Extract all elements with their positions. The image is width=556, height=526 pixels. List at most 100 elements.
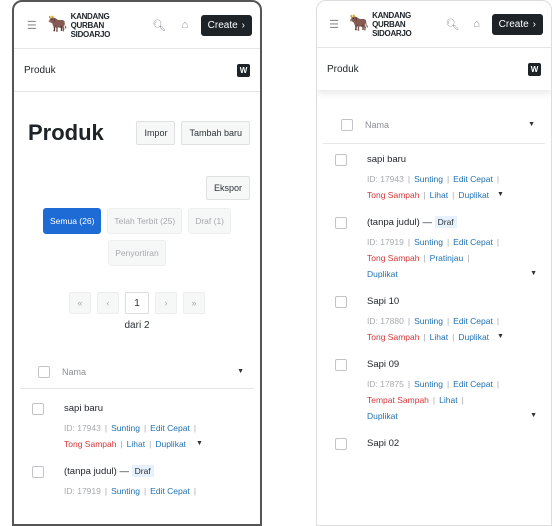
filter-all[interactable]: Semua (26) [42,208,102,234]
product-title[interactable]: (tanpa judul) — [367,217,432,228]
table-row: sapi baru ID: 17943 | Sunting | Edit Cepat… [323,144,545,207]
duplicate-link[interactable]: Duplikat [458,187,489,203]
duplicate-link[interactable]: Duplikat [367,266,398,282]
site-logo[interactable]: 🐂 KANDANG QURBAN SIDOARJO [48,12,144,39]
cow-logo-icon: 🐂 [47,16,68,33]
table-header: Nama ▼ [323,106,545,144]
product-title[interactable]: sapi baru [367,154,535,165]
view-link[interactable]: Lihat [439,392,457,408]
product-title[interactable]: sapi baru [64,403,244,414]
last-page-button[interactable]: » [183,292,205,314]
row-expand-icon[interactable]: ▼ [530,266,537,282]
edit-link[interactable]: Sunting [414,376,443,392]
quick-edit-link[interactable]: Edit Cepat [150,420,190,436]
top-bar: ☰ 🐂 KANDANG QURBAN SIDOARJO 🔍︎ ⌂ Create › [317,1,551,47]
filter-draft[interactable]: Draf (1) [188,208,232,234]
home-icon[interactable]: ⌂ [175,15,195,35]
quick-edit-link[interactable]: Edit Cepat [453,313,493,329]
quick-edit-link[interactable]: Edit Cepat [150,483,190,499]
row-checkbox[interactable] [335,154,347,166]
product-id: ID: 17943 [64,423,101,433]
row-checkbox[interactable] [335,296,347,308]
preview-link[interactable]: Pratinjau [430,250,464,266]
select-all-checkbox[interactable] [38,365,50,378]
row-expand-icon[interactable]: ▼ [530,408,537,424]
product-title[interactable]: Sapi 09 [367,359,535,370]
quick-edit-link[interactable]: Edit Cepat [453,171,493,187]
table-row: Sapi 09 ID: 17875 | Sunting | Edit Cepat | … [323,349,545,428]
breadcrumb: Produk W [14,49,260,91]
edit-link[interactable]: Sunting [414,234,443,250]
current-page-input[interactable]: 1 [125,292,149,314]
search-icon[interactable]: 🔍︎ [443,14,461,34]
search-icon[interactable]: 🔍︎ [149,15,169,35]
trash-link[interactable]: Tong Sampah [64,436,116,452]
sort-caret-icon[interactable]: ▼ [237,368,244,375]
add-new-button[interactable]: Tambah baru [181,121,250,145]
row-expand-icon[interactable]: ▼ [497,329,504,345]
import-button[interactable]: Impor [136,121,176,145]
name-column-header[interactable]: Nama [62,367,86,377]
woo-icon[interactable]: W [528,62,541,76]
next-page-button[interactable]: › [155,292,177,314]
row-expand-icon[interactable]: ▼ [196,436,203,452]
breadcrumb: Produk W [317,48,551,90]
draft-badge: Draf [131,465,154,477]
duplicate-link[interactable]: Duplikat [458,329,489,345]
edit-link[interactable]: Sunting [414,171,443,187]
edit-link[interactable]: Sunting [111,420,140,436]
quick-edit-link[interactable]: Edit Cepat [453,234,493,250]
top-bar: ☰ 🐂 KANDANG QURBAN SIDOARJO 🔍︎ ⌂ Create › [14,2,260,48]
view-link[interactable]: Lihat [127,436,145,452]
product-title[interactable]: Sapi 10 [367,296,535,307]
trash-link[interactable]: Tong Sampah [367,187,419,203]
view-link[interactable]: Lihat [430,187,448,203]
trash-link[interactable]: Tong Sampah [367,250,419,266]
chevron-right-icon: › [532,18,536,30]
menu-icon[interactable]: ☰ [22,15,42,35]
site-logo[interactable]: 🐂 KANDANG QURBAN SIDOARJO [349,11,437,38]
edit-link[interactable]: Sunting [111,483,140,499]
name-column-header[interactable]: Nama [365,120,389,130]
row-checkbox[interactable] [32,466,44,478]
row-checkbox[interactable] [32,403,44,415]
row-checkbox[interactable] [335,217,347,229]
menu-icon[interactable]: ☰ [325,14,343,34]
row-checkbox[interactable] [335,438,347,450]
duplicate-link[interactable]: Duplikat [155,436,186,452]
left-phone-screen: ☰ 🐂 KANDANG QURBAN SIDOARJO 🔍︎ ⌂ Create › … [12,0,262,526]
view-link[interactable]: Lihat [430,329,448,345]
product-title[interactable]: Sapi 02 [367,438,535,449]
product-id: ID: 17880 [367,316,404,326]
table-row: Sapi 10 ID: 17880 | Sunting | Edit Cepat | … [323,286,545,349]
row-checkbox[interactable] [335,359,347,371]
woo-icon[interactable]: W [237,63,250,77]
table-row: sapi baru ID: 17943 | Sunting | Edit Cepat… [20,389,254,456]
quick-edit-link[interactable]: Edit Cepat [453,376,493,392]
product-id: ID: 17875 [367,379,404,389]
status-filters: Semua (26) Telah Terbit (25) Draf (1) Pe… [14,200,260,266]
product-title[interactable]: (tanpa judul) — [64,466,129,477]
right-phone-screen: ☰ 🐂 KANDANG QURBAN SIDOARJO 🔍︎ ⌂ Create › … [316,0,552,526]
table-header: Nama ▼ [20,355,254,389]
trash-link[interactable]: Tong Sampah [367,329,419,345]
row-expand-icon[interactable]: ▼ [497,187,504,203]
page-count: dari 2 [124,320,150,331]
product-id: ID: 17919 [64,486,101,496]
trash-link[interactable]: Tempat Sampah [367,392,429,408]
prev-page-button[interactable]: ‹ [97,292,119,314]
first-page-button[interactable]: « [69,292,91,314]
breadcrumb-label: Produk [327,63,359,75]
home-icon[interactable]: ⌂ [467,14,485,34]
select-all-checkbox[interactable] [341,118,353,131]
export-button[interactable]: Ekspor [205,176,250,200]
duplicate-link[interactable]: Duplikat [367,408,398,424]
product-id: ID: 17919 [367,237,404,247]
create-button[interactable]: Create › [200,14,252,36]
edit-link[interactable]: Sunting [414,313,443,329]
sort-caret-icon[interactable]: ▼ [528,121,535,128]
create-button[interactable]: Create › [491,13,543,35]
filter-sorting[interactable]: Penyortiran [108,240,166,266]
pagination: « ‹ 1 › » [14,266,260,314]
filter-published[interactable]: Telah Terbit (25) [107,208,183,234]
